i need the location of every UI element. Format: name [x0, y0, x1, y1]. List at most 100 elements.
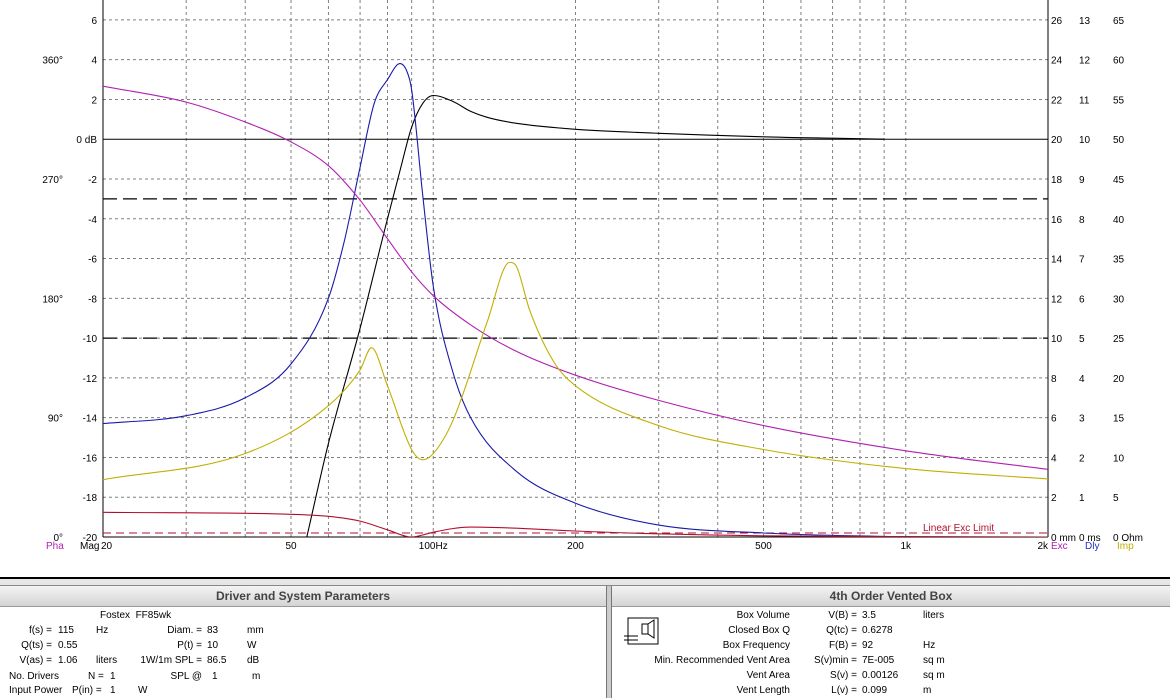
impedance-axis-label: Imp [1117, 541, 1134, 552]
response-plot: 6420 dB -2 -4 -6 -8 -10 -12 -14 -16 -18 -20 360° 270… [0, 0, 1170, 578]
drivers-value[interactable]: 1 [110, 671, 116, 682]
box-param-symbol: F(B) = [828, 640, 857, 651]
delay-axis-label: Dly [1085, 541, 1099, 552]
phase-tick-label: 270° [42, 175, 63, 186]
db-tick-label: -4 [88, 215, 97, 226]
excursion-tick-label: 24 [1051, 56, 1063, 67]
excursion-tick-label: 2 [1051, 493, 1057, 504]
box-param-unit: Hz [923, 640, 936, 651]
qts-value[interactable]: 0.55 [58, 640, 77, 651]
driver-panel-title: Driver and System Parameters [0, 586, 606, 607]
phase-tick-label: 180° [42, 294, 63, 305]
phase-tick-label: 360° [42, 56, 63, 67]
box-param-unit: liters [923, 610, 945, 621]
db-tick-label: -10 [83, 334, 98, 345]
impedance-tick-label: 20 [1113, 374, 1125, 385]
spl-at-value[interactable]: 1 [212, 671, 218, 682]
box-param-label: Box Volume [736, 610, 790, 621]
delay-tick-label: 11 [1079, 95, 1090, 106]
power-label: Input Power [9, 685, 63, 696]
box-param-value[interactable]: 3.5 [862, 610, 918, 621]
qts-label: Q(ts) = [21, 640, 52, 651]
excursion-tick-label: 26 [1051, 16, 1063, 27]
excursion-tick-label: 6 [1051, 414, 1057, 425]
linear-exc-limit-label: Linear Exc Limit [923, 523, 994, 534]
box-param-symbol: S(v)min = [813, 655, 857, 666]
excursion-tick-label: 22 [1051, 95, 1063, 106]
box-param-symbol: V(B) = [828, 610, 857, 621]
delay-tick-label: 6 [1079, 294, 1085, 305]
box-panel-title: 4th Order Vented Box [612, 586, 1170, 607]
delay-tick-label: 3 [1079, 414, 1085, 425]
box-param-unit: sq m [923, 670, 945, 681]
delay-tick-label: 5 [1079, 334, 1085, 345]
delay-tick-label: 7 [1079, 255, 1085, 266]
pt-value[interactable]: 10 [207, 640, 218, 651]
db-tick-label: 4 [91, 56, 97, 67]
box-param-label: Vent Length [736, 685, 790, 696]
impedance-tick-label: 35 [1113, 255, 1125, 266]
impedance-tick-label: 25 [1113, 334, 1125, 345]
box-param-symbol: Q(tc) = [826, 625, 857, 636]
impedance-tick-label: 30 [1113, 294, 1125, 305]
db-tick-label: -16 [83, 453, 98, 464]
box-param-label: Min. Recommended Vent Area [654, 655, 790, 666]
magnitude-axis-label: Mag [80, 541, 99, 552]
phase-tick-label: 90° [48, 414, 63, 425]
db-tick-label: -18 [83, 493, 98, 504]
vas-value[interactable]: 1.06 [58, 655, 77, 666]
impedance-tick-label: 40 [1113, 215, 1125, 226]
power-p-label: P(in) = [72, 685, 102, 696]
power-unit: W [138, 685, 148, 696]
impedance-tick-label: 10 [1113, 453, 1125, 464]
diam-value[interactable]: 83 [207, 625, 218, 636]
db-tick-label: 6 [91, 16, 97, 27]
impedance-tick-label: 60 [1113, 56, 1125, 67]
diam-label: Diam. = [167, 625, 202, 636]
impedance-tick-label: 5 [1113, 493, 1119, 504]
box-param-value[interactable]: 0.6278 [862, 625, 918, 636]
fs-value[interactable]: 115 [58, 625, 74, 636]
vas-label: V(as) = [19, 655, 52, 666]
delay-tick-label: 9 [1079, 175, 1085, 186]
db-tick-label: -12 [83, 374, 98, 385]
excursion-tick-label: 16 [1051, 215, 1063, 226]
box-param-value[interactable]: 92 [862, 640, 918, 651]
fs-label: f(s) = [28, 625, 52, 636]
frequency-tick-label: 200 [567, 541, 584, 552]
response-chart: 6420 dB-2-4-6-8-10-12-14-16-18-20360°270… [42, 0, 1143, 552]
box-param-label: Vent Area [746, 670, 790, 681]
drivers-n-label: N = [88, 671, 104, 682]
excursion-curve [103, 63, 906, 537]
excursion-axis-label: Exc [1051, 541, 1068, 552]
excursion-tick-label: 18 [1051, 175, 1063, 186]
pt-label: P(t) = [177, 640, 202, 651]
box-param-value[interactable]: 0.00126 [862, 670, 918, 681]
delay-tick-label: 12 [1079, 56, 1091, 67]
box-param-label: Box Frequency [722, 640, 790, 651]
box-param-value[interactable]: 0.099 [862, 685, 918, 696]
db-tick-label: -14 [83, 414, 98, 425]
impedance-tick-label: 45 [1113, 175, 1125, 186]
phase-axis-label: Pha [46, 541, 64, 552]
vented-box-panel: 4th Order Vented Box Box Volume V(B) = 3.5… [611, 586, 1170, 698]
power-value[interactable]: 1 [110, 685, 116, 696]
driver-parameters-panel: Driver and System Parameters Fostex FF85… [0, 586, 607, 698]
db-tick-label: -8 [88, 294, 97, 305]
spl-unit: dB [247, 655, 260, 666]
frequency-tick-label: 20 [101, 541, 113, 552]
magnitude-curve [306, 94, 885, 537]
delay-tick-label: 4 [1079, 374, 1085, 385]
pt-unit: W [247, 640, 257, 651]
db-tick-label: -6 [88, 255, 97, 266]
excursion-tick-label: 4 [1051, 453, 1057, 464]
window-splitter[interactable] [0, 577, 1170, 586]
box-param-unit: sq m [923, 655, 945, 666]
impedance-tick-label: 55 [1113, 95, 1125, 106]
box-param-value[interactable]: 7E-005 [862, 655, 918, 666]
delay-tick-label: 10 [1079, 135, 1091, 146]
frequency-tick-label: 2k [1037, 541, 1049, 552]
box-param-label: Closed Box Q [728, 625, 790, 636]
frequency-tick-label: 1k [900, 541, 912, 552]
spl-at-label: SPL @ [170, 671, 202, 682]
